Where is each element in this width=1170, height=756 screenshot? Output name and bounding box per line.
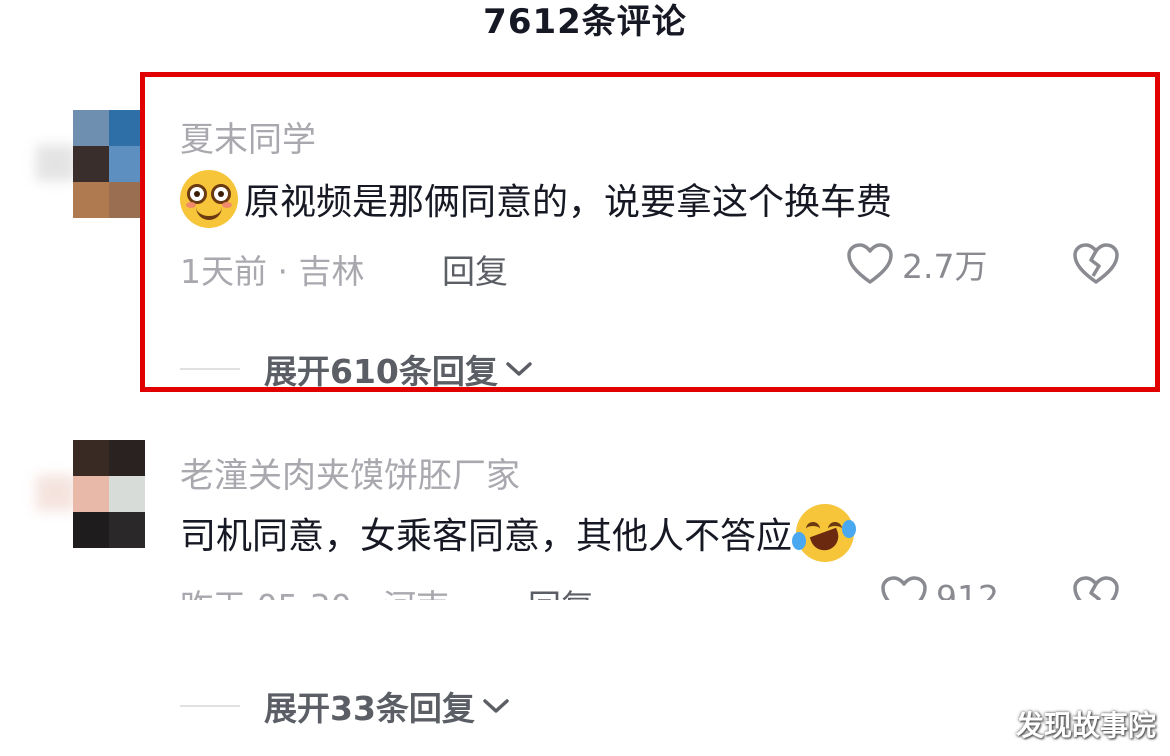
expand-replies[interactable]: 展开610条回复 [180,345,534,393]
clip-band [0,600,1170,630]
comment-username[interactable]: 夏末同学 [180,112,316,161]
dislike-button[interactable] [1072,242,1120,286]
comment-body: 司机同意，女乘客同意，其他人不答应 [180,516,793,557]
chevron-down-icon [504,359,534,379]
comment-text: 司机同意，女乘客同意，其他人不答应 [180,504,857,562]
like-button[interactable]: 2.7万 [846,240,987,288]
avatar-shadow [36,145,76,181]
comment-body: 原视频是那俩同意的，说要拿这个换车费 [244,182,893,223]
broken-heart-icon [1072,242,1120,286]
comment-text: 原视频是那俩同意的，说要拿这个换车费 [180,170,892,228]
laugh-cry-emoji-icon [792,504,857,562]
divider [180,705,240,707]
chevron-down-icon [481,696,511,716]
comment-username[interactable]: 老潼关肉夹馍饼胚厂家 [180,448,520,497]
smile-emoji-icon [180,170,238,228]
expand-replies[interactable]: 展开33条回复 [180,682,511,730]
avatar[interactable] [73,440,145,548]
avatar[interactable] [73,110,145,218]
reply-button[interactable]: 回复 [442,245,508,293]
heart-icon [846,242,894,286]
expand-replies-label: 展开610条回复 [264,352,498,391]
watermark: 发现故事院 [1015,709,1156,742]
like-count: 2.7万 [902,247,988,286]
comment-time-location: 1天前 · 吉林 [180,252,365,291]
avatar-shadow [36,475,76,511]
expand-replies-label: 展开33条回复 [264,689,475,728]
comment-count-title: 7612条评论 [483,2,687,42]
divider [180,368,240,370]
